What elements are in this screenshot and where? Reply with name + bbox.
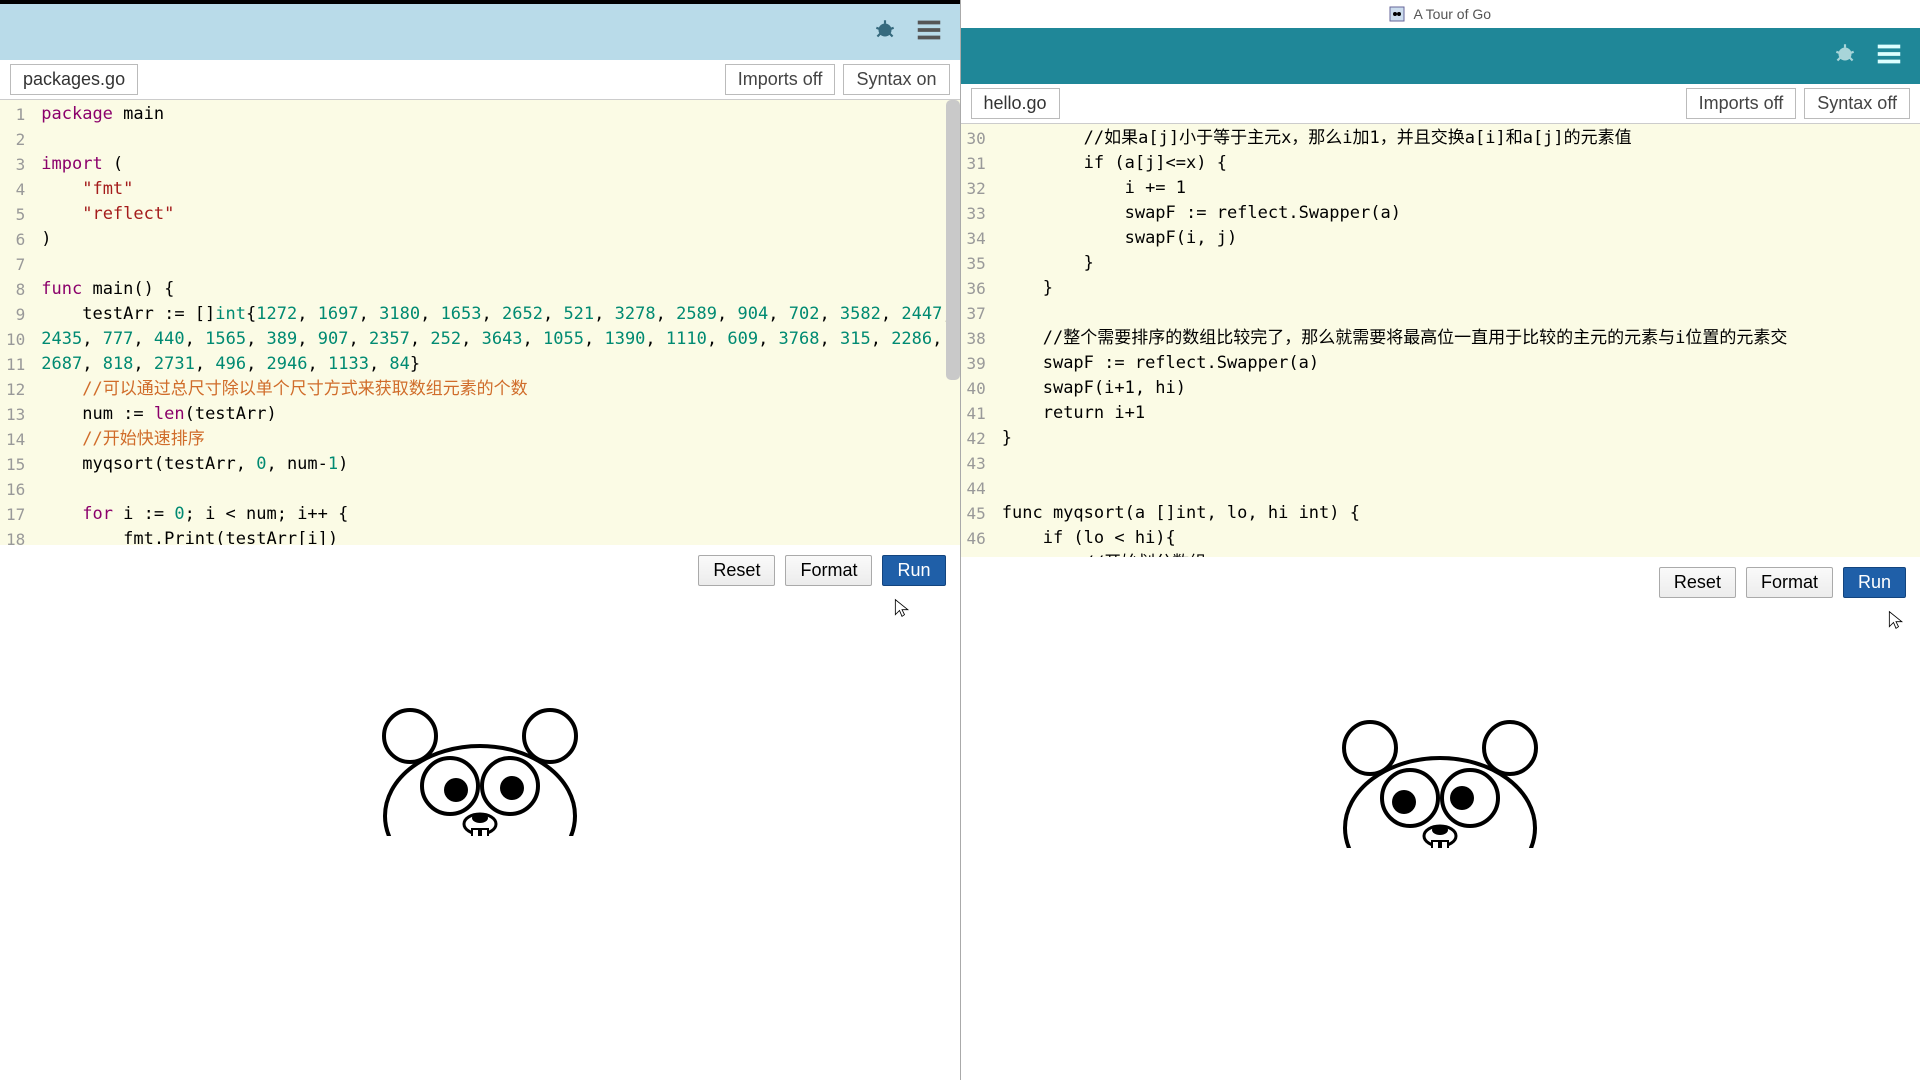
imports-toggle[interactable]: Imports off (1686, 88, 1797, 119)
left-output (0, 596, 960, 1080)
bug-icon[interactable] (872, 17, 898, 48)
left-editor[interactable]: 123456789101112131415161718192021222324 … (0, 100, 960, 545)
bug-icon[interactable] (1832, 41, 1858, 72)
cursor-icon (1886, 608, 1906, 632)
imports-toggle[interactable]: Imports off (725, 64, 836, 95)
right-header (961, 28, 1920, 84)
page-title: A Tour of Go (1413, 6, 1491, 22)
left-tabs-row: packages.go Imports off Syntax on (0, 60, 960, 100)
right-buttons: Reset Format Run (961, 557, 1920, 608)
file-tab[interactable]: hello.go (971, 88, 1060, 119)
left-header (0, 4, 960, 60)
right-output (961, 608, 1920, 1080)
file-tab[interactable]: packages.go (10, 64, 138, 95)
scrollbar[interactable] (946, 100, 960, 380)
syntax-toggle[interactable]: Syntax on (843, 64, 949, 95)
run-button[interactable]: Run (1843, 567, 1906, 598)
right-tabs-row: hello.go Imports off Syntax off (961, 84, 1920, 124)
title-row: A Tour of Go (961, 0, 1920, 28)
menu-icon[interactable] (914, 15, 944, 50)
menu-icon[interactable] (1874, 39, 1904, 74)
reset-button[interactable]: Reset (698, 555, 775, 586)
format-button[interactable]: Format (1746, 567, 1833, 598)
gopher-icon (1310, 648, 1570, 848)
format-button[interactable]: Format (785, 555, 872, 586)
run-button[interactable]: Run (882, 555, 945, 586)
syntax-toggle[interactable]: Syntax off (1804, 88, 1910, 119)
right-pane: A Tour of Go hello.go Imports off Syntax… (961, 0, 1920, 1080)
left-buttons: Reset Format Run (0, 545, 960, 596)
left-pane: packages.go Imports off Syntax on 123456… (0, 0, 961, 1080)
gopher-icon (350, 636, 610, 836)
reset-button[interactable]: Reset (1659, 567, 1736, 598)
right-editor[interactable]: 3031323334353637383940414243444546474849… (961, 124, 1920, 557)
cursor-icon (892, 596, 912, 620)
gopher-logo-icon (1389, 6, 1405, 22)
